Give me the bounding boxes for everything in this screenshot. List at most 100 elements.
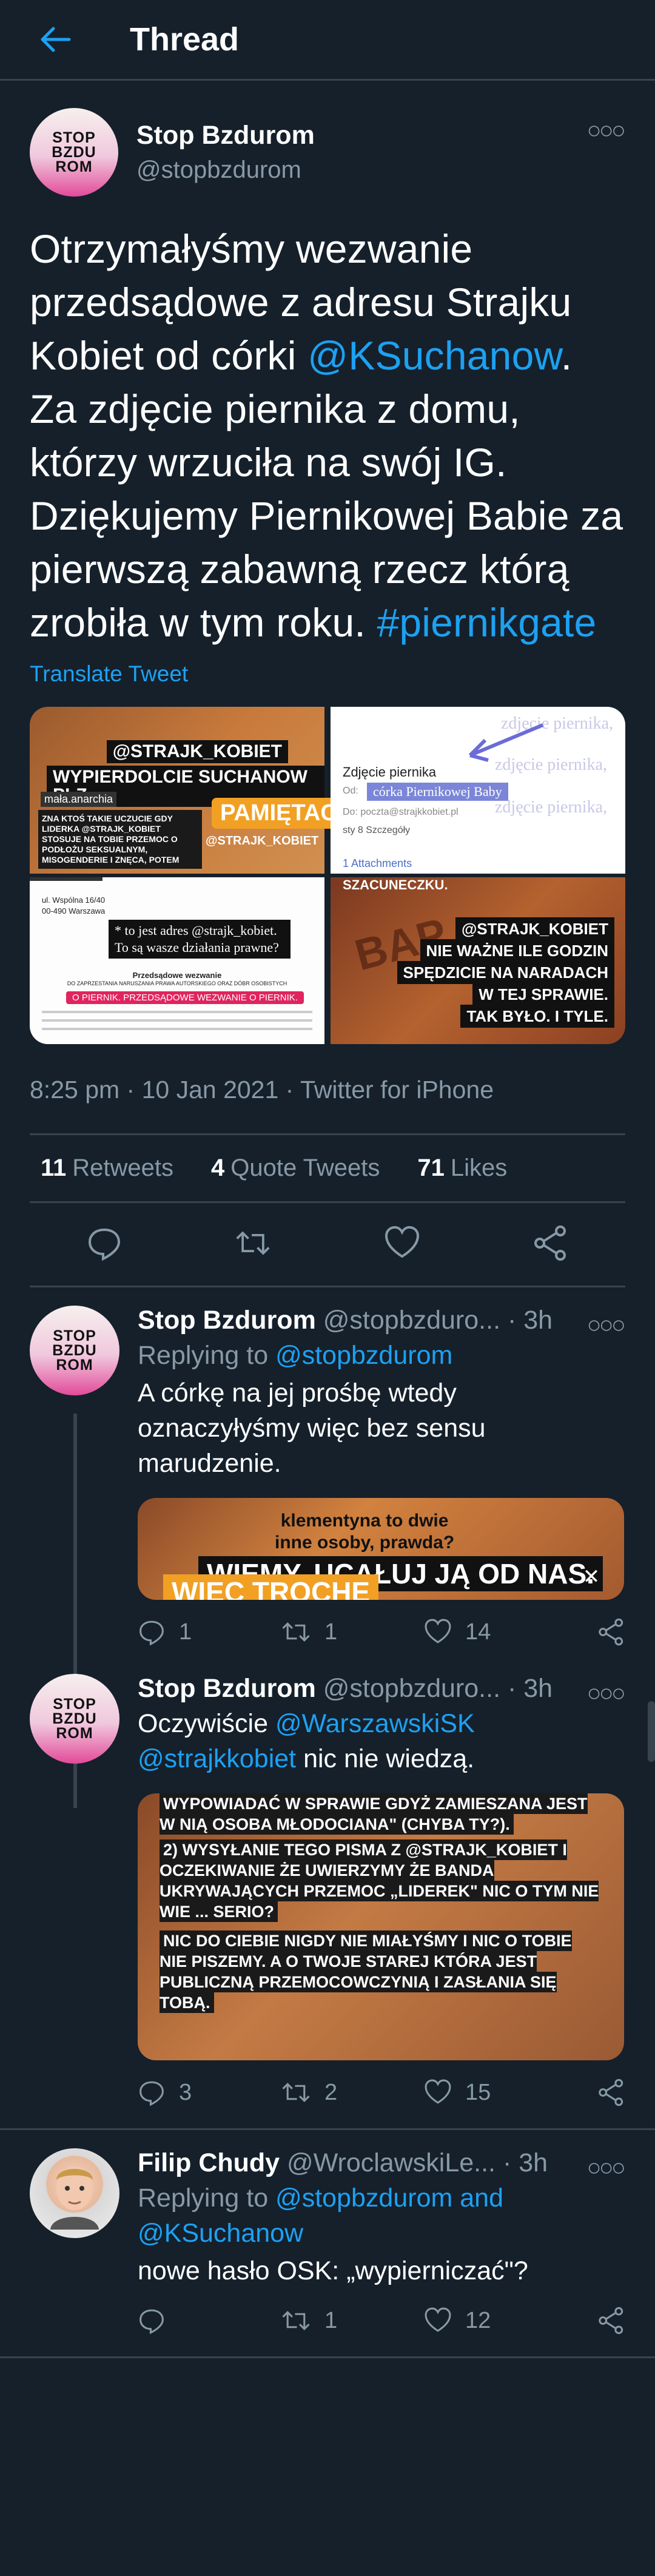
reply-time[interactable]: · 3h	[508, 1306, 553, 1335]
image-caption: Zdjęcie piernika	[343, 764, 437, 780]
retweet-button[interactable]: 2	[281, 2079, 424, 2106]
like-button[interactable]: 15	[424, 2079, 567, 2106]
image-caption: DO ZAPRZESTANIA NARUSZANIA PRAWA AUTORSK…	[67, 980, 287, 986]
logo-line: ROM	[56, 1725, 93, 1742]
image-caption: NIE WAŻNE ILE GODZIN	[420, 939, 614, 962]
user-handle[interactable]: @WroclawskiLe...	[287, 2148, 495, 2177]
share-icon	[599, 2307, 623, 2335]
mention-link[interactable]: @KSuchanow	[307, 333, 561, 378]
media-image-4[interactable]: SZACUNECZKU. BAP @STRAJK_KOBIET NIE WAŻN…	[331, 877, 625, 1044]
logo-line: BZDU	[52, 1342, 97, 1359]
translate-tweet-link[interactable]: Translate Tweet	[30, 661, 625, 687]
avatar[interactable]	[30, 2148, 119, 2238]
retweets-count: 1	[324, 1619, 338, 1645]
image-caption: WYPOWIADAĆ W SPRAWIE GDYŻ ZAMIESZANA JES…	[160, 1793, 588, 1835]
avatar[interactable]: STOP BZDU ROM	[30, 1674, 119, 1764]
retweet-icon	[282, 1622, 310, 1642]
retweet-icon	[282, 2083, 310, 2102]
page-title: Thread	[130, 21, 240, 58]
quote-tweets-count[interactable]: 4 Quote Tweets	[211, 1155, 380, 1182]
mention-link[interactable]: @strajkkobiet	[138, 1744, 296, 1773]
header: Thread	[0, 0, 655, 81]
more-options-icon[interactable]: ○○○	[587, 2154, 626, 2182]
reply-header: Filip Chudy @WroclawskiLe... · 3h	[138, 2148, 625, 2178]
reply-header: Stop Bzdurom @stopbzduro... · 3h	[138, 1306, 625, 1335]
tweet-text-part: . Za zdjęcie piernika z domu, którzy wrz…	[30, 333, 623, 645]
display-name[interactable]: Filip Chudy	[138, 2148, 280, 2177]
like-icon[interactable]	[384, 1225, 420, 1261]
reply-media[interactable]: WYPOWIADAĆ W SPRAWIE GDYŻ ZAMIESZANA JES…	[138, 1793, 624, 2060]
media-image-1[interactable]: @STRAJK_KOBIET WYPIERDOLCIE SUCHANOW PLZ…	[30, 707, 381, 874]
hashtag-link[interactable]: #piernikgate	[377, 600, 596, 645]
reply-icon	[139, 2081, 164, 2106]
image-caption: sty 8 Szczegóły	[343, 825, 411, 835]
main-tweet: STOP BZDU ROM Stop Bzdurom @stopbzdurom …	[0, 81, 655, 1287]
reply-text: A córkę na jej prośbę wtedy oznaczyłyśmy…	[138, 1378, 486, 1478]
user-handle[interactable]: @stopbzduro...	[323, 1674, 500, 1703]
avatar[interactable]: STOP BZDU ROM	[30, 108, 118, 197]
retweets-count: 1	[324, 2307, 338, 2333]
mention-link[interactable]: @WarszawskiSK	[275, 1709, 475, 1738]
user-handle[interactable]: @stopbzduro...	[323, 1306, 500, 1335]
replies-count: 1	[179, 1619, 192, 1645]
reply-media[interactable]: klementyna to dwie inne osoby, prawda? WI…	[138, 1498, 624, 1600]
share-icon[interactable]	[532, 1225, 569, 1261]
person-photo	[50, 2166, 99, 2230]
logo-line: BZDU	[52, 144, 96, 161]
image-caption: Od:	[343, 786, 358, 796]
image-caption: SPĘDZICIE NA NARADACH	[397, 961, 614, 984]
back-arrow-icon[interactable]	[38, 25, 71, 54]
reply-button[interactable]: 3	[138, 2079, 281, 2106]
image-caption: NIC DO CIEBIE NIGDY NIE MIAŁYŚMY I NIC O…	[160, 1930, 572, 2013]
likes-count: 15	[465, 2079, 491, 2105]
avatar[interactable]: STOP BZDU ROM	[30, 1306, 119, 1395]
more-options-icon[interactable]: ○○○	[587, 1312, 626, 1339]
mention-link[interactable]: @stopbzdurom	[275, 1341, 452, 1370]
reply-text: nowe hasło OSK: „wypierniczać"?	[138, 2256, 528, 2285]
share-button[interactable]	[597, 2079, 625, 2106]
retweet-icon[interactable]	[235, 1225, 271, 1261]
display-name[interactable]: Stop Bzdurom	[136, 121, 315, 150]
reply-tweet[interactable]: Filip Chudy @WroclawskiLe... · 3h Replyi…	[0, 2130, 655, 2356]
logo-line: STOP	[53, 1696, 96, 1713]
replies-count: 3	[179, 2079, 192, 2105]
image-caption: TAK BYŁO. I TYLE.	[460, 1005, 614, 1028]
image-caption: O PIERNIK. PRZEDSĄDOWE WEZWANIE O PIERNI…	[66, 991, 304, 1004]
display-name[interactable]: Stop Bzdurom	[138, 1674, 316, 1703]
like-button[interactable]: 12	[424, 2307, 567, 2335]
retweet-button[interactable]: 1	[281, 2307, 424, 2335]
image-caption: córka Piernikowej Baby	[367, 783, 508, 801]
likes-count: 14	[465, 1619, 491, 1645]
reply-icon[interactable]	[86, 1225, 123, 1261]
image-caption: inne osoby, prawda?	[275, 1532, 455, 1553]
user-handle[interactable]: @stopbzdurom	[136, 157, 315, 184]
media-image-2[interactable]: zdjęcie piernika, zdjęcie piernika, zdję…	[331, 707, 625, 874]
reply-button[interactable]: 1	[138, 1618, 281, 1646]
tweet-timestamp[interactable]: 8:25 pm · 10 Jan 2021 · Twitter for iPho…	[30, 1076, 625, 1104]
reply-tweet[interactable]: STOP BZDU ROM Stop Bzdurom @stopbzduro... …	[0, 1668, 655, 2128]
close-icon[interactable]: ✕	[580, 1566, 602, 1588]
share-button[interactable]	[597, 1618, 625, 1646]
image-caption: mała.anarchia	[41, 792, 117, 807]
image-caption: @STRAJK_KOBIET	[106, 740, 288, 763]
reply-tweet[interactable]: STOP BZDU ROM Stop Bzdurom @stopbzduro... …	[0, 1287, 655, 1808]
share-button[interactable]	[597, 2307, 625, 2335]
reply-time[interactable]: · 3h	[508, 1674, 553, 1703]
media-image-3[interactable]: ul. Wspólna 16/40 00-490 Warszawa * to j…	[30, 877, 324, 1044]
more-options-icon[interactable]: ○○○	[587, 1680, 626, 1707]
image-caption: SZACUNECZKU.	[343, 877, 448, 892]
image-caption: 1 Attachments	[343, 857, 412, 869]
retweets-count[interactable]: 11 Retweets	[41, 1155, 173, 1182]
reply-button[interactable]	[138, 2307, 281, 2335]
like-button[interactable]: 14	[424, 1618, 567, 1646]
logo-line: ROM	[56, 1357, 93, 1374]
logo-line: STOP	[53, 1327, 96, 1344]
display-name[interactable]: Stop Bzdurom	[138, 1306, 316, 1335]
likes-count[interactable]: 71 Likes	[417, 1155, 507, 1182]
replying-to: Replying to @stopbzdurom	[138, 1338, 625, 1373]
image-caption: klementyna to dwie	[280, 1511, 449, 1531]
retweet-button[interactable]: 1	[281, 1618, 424, 1646]
reply-time[interactable]: · 3h	[503, 2148, 548, 2177]
more-options-icon[interactable]: ○○○	[587, 117, 626, 144]
scrollbar[interactable]	[648, 1701, 655, 1762]
